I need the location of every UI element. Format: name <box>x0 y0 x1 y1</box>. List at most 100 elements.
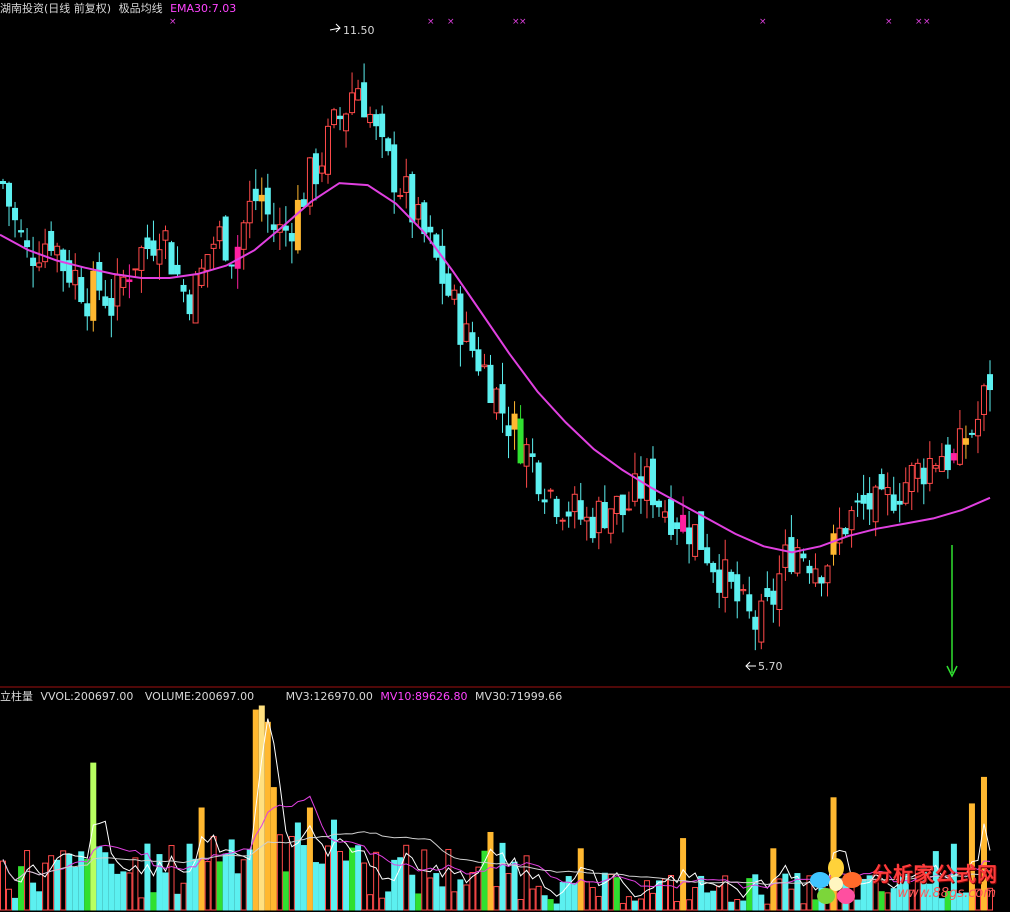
candle-body-83 <box>499 384 506 414</box>
candle-body-17 <box>102 296 109 306</box>
price-chart-canvas[interactable]: × × × × × × × × × <box>0 0 1010 912</box>
volume-bar-88 <box>529 888 536 911</box>
candle-body-159 <box>956 428 963 465</box>
candle-body-149 <box>896 500 903 505</box>
volume-bar-70 <box>421 849 428 911</box>
candle-body-67 <box>403 176 410 193</box>
candle-body-48 <box>288 233 295 242</box>
candle-body-104 <box>625 508 632 511</box>
candle-body-133 <box>800 553 807 559</box>
candle-body-13 <box>78 277 85 303</box>
candle-body-71 <box>427 226 434 233</box>
candle-body-92 <box>553 498 560 518</box>
volume-bar-89 <box>535 885 542 911</box>
candle-body-0 <box>0 181 6 185</box>
volume-bar-8 <box>48 855 55 911</box>
volume-bar-58 <box>349 847 356 911</box>
candle-body-47 <box>282 225 289 231</box>
volume-bar-97 <box>583 881 590 911</box>
volume-bar-51 <box>306 807 313 911</box>
mv3-readout: MV3:126970.00 <box>285 690 373 703</box>
candle-body-31 <box>186 294 193 315</box>
watermark-logo: 分析家公式网 www.88gs.com <box>806 854 1006 910</box>
candle-body-5 <box>30 257 37 266</box>
volume-bar-73 <box>439 886 446 911</box>
volume-bar-40 <box>240 859 247 911</box>
candle-body-97 <box>583 516 590 522</box>
high-price-label: 11.50 <box>343 24 375 37</box>
volume-bar-49 <box>294 822 301 911</box>
candle-body-86 <box>517 418 524 464</box>
watermark-title: 分析家公式网 <box>872 862 998 886</box>
candle-body-55 <box>331 109 338 126</box>
volume-bar-124 <box>746 878 753 911</box>
candle-body-60 <box>361 82 368 118</box>
candle-body-45 <box>270 224 277 230</box>
candle-body-24 <box>144 237 151 250</box>
candle-body-112 <box>674 522 681 530</box>
candle-body-42 <box>252 188 259 202</box>
volume-bar-31 <box>186 843 193 911</box>
candle-body-125 <box>752 616 759 630</box>
volume-header: 立柱量 VVOL:200697.00 VOLUME:200697.00 MV3:… <box>0 690 562 703</box>
candle-body-40 <box>240 222 247 250</box>
candle-body-96 <box>577 500 584 520</box>
candle-body-135 <box>812 568 819 584</box>
candle-body-91 <box>547 489 554 492</box>
volume-bar-23 <box>138 897 145 911</box>
volume-bar-5 <box>30 882 37 911</box>
volume-bar-36 <box>216 861 223 911</box>
candle-body-151 <box>908 464 915 492</box>
candle-body-134 <box>806 565 813 574</box>
candle-body-145 <box>872 486 879 523</box>
volume-bar-45 <box>270 787 277 911</box>
volume-bar-103 <box>619 902 626 911</box>
candle-body-19 <box>114 274 121 307</box>
candle-body-10 <box>60 249 67 272</box>
candle-body-129 <box>776 573 783 610</box>
candle-body-160 <box>962 438 969 445</box>
volume-bar-16 <box>96 846 103 911</box>
candle-body-68 <box>409 174 416 223</box>
candle-body-128 <box>770 590 777 605</box>
volume-bar-104 <box>625 896 632 911</box>
candle-body-100 <box>601 502 608 529</box>
volume-bar-57 <box>343 860 350 911</box>
candle-body-80 <box>481 364 488 368</box>
chart-header: 湖南投资(日线 前复权) 极品均线 EMA30:7.03 <box>0 2 236 15</box>
candle-body-157 <box>944 444 951 471</box>
volume-bar-110 <box>662 878 669 911</box>
candle-body-94 <box>565 511 572 517</box>
candle-body-43 <box>258 194 265 202</box>
candle-body-111 <box>668 499 675 535</box>
candle-body-109 <box>655 500 662 508</box>
candle-body-51 <box>306 157 313 207</box>
candle-body-37 <box>222 216 229 261</box>
candle-body-150 <box>902 482 909 504</box>
vvol-readout: VVOL:200697.00 <box>40 690 134 703</box>
volume-bar-29 <box>174 893 181 911</box>
ema-readout: EMA30:7.03 <box>170 2 237 15</box>
indicator-name: 极品均线 <box>118 2 163 15</box>
candle-body-122 <box>734 574 741 602</box>
candle-body-115 <box>692 524 699 557</box>
volume-bar-30 <box>180 882 187 911</box>
candle-body-63 <box>379 113 386 138</box>
signal-marker-8: × <box>923 17 931 27</box>
volume-bar-108 <box>649 892 656 911</box>
volume-bar-59 <box>355 845 362 911</box>
volume-bar-99 <box>595 895 602 911</box>
volume-bar-105 <box>631 900 638 911</box>
candle-body-141 <box>848 510 855 531</box>
volume-bar-10 <box>60 850 67 911</box>
signal-marker-2: × <box>447 17 455 27</box>
high-pointer-icon <box>329 23 341 33</box>
candle-body-57 <box>343 113 350 132</box>
candle-body-90 <box>541 499 548 503</box>
volume-bar-65 <box>391 859 398 911</box>
signal-marker-1: × <box>427 17 435 27</box>
candle-body-58 <box>349 92 356 114</box>
volume-bar-112 <box>674 901 681 911</box>
candle-body-61 <box>367 113 374 124</box>
volume-readout: VOLUME:200697.00 <box>144 690 255 703</box>
